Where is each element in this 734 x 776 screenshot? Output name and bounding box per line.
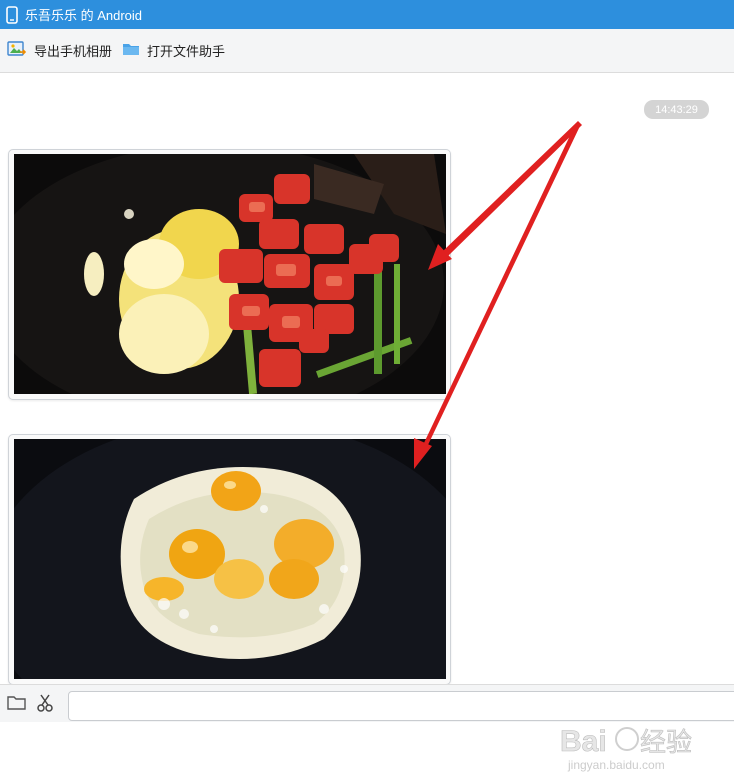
toolbar: 导出手机相册 打开文件助手 [0, 29, 734, 73]
svg-text:Bai: Bai [560, 725, 607, 758]
open-file-helper-label: 打开文件助手 [147, 44, 226, 59]
chat-area: 14:43:29 Bai 经验 jingyan.baidu.com [0, 73, 734, 772]
message-timestamp: 14:43:29 [644, 100, 709, 119]
phone-icon [5, 5, 19, 24]
baidu-watermark: Bai 经验 jingyan.baidu.com [560, 713, 730, 776]
export-album-button[interactable]: 导出手机相册 [7, 40, 112, 61]
open-file-helper-button[interactable]: 打开文件助手 [122, 41, 225, 60]
image-message[interactable] [8, 149, 451, 400]
svg-text:jingyan.baidu.com: jingyan.baidu.com [567, 758, 665, 772]
image-export-icon [7, 40, 27, 61]
title-bar: 乐吾乐乐 的 Android [0, 0, 734, 29]
folder-icon[interactable] [7, 695, 27, 714]
image-message[interactable] [8, 434, 451, 685]
window-title: 乐吾乐乐 的 Android [25, 8, 143, 23]
svg-text:经验: 经验 [640, 727, 692, 757]
export-album-label: 导出手机相册 [34, 44, 113, 59]
food-photo-tomato-eggs[interactable] [14, 154, 446, 394]
scissors-icon[interactable] [36, 694, 54, 715]
folder-icon [122, 41, 140, 60]
food-photo-fried-eggs[interactable] [14, 439, 446, 679]
message-input[interactable] [68, 691, 734, 721]
input-bar [0, 684, 734, 722]
